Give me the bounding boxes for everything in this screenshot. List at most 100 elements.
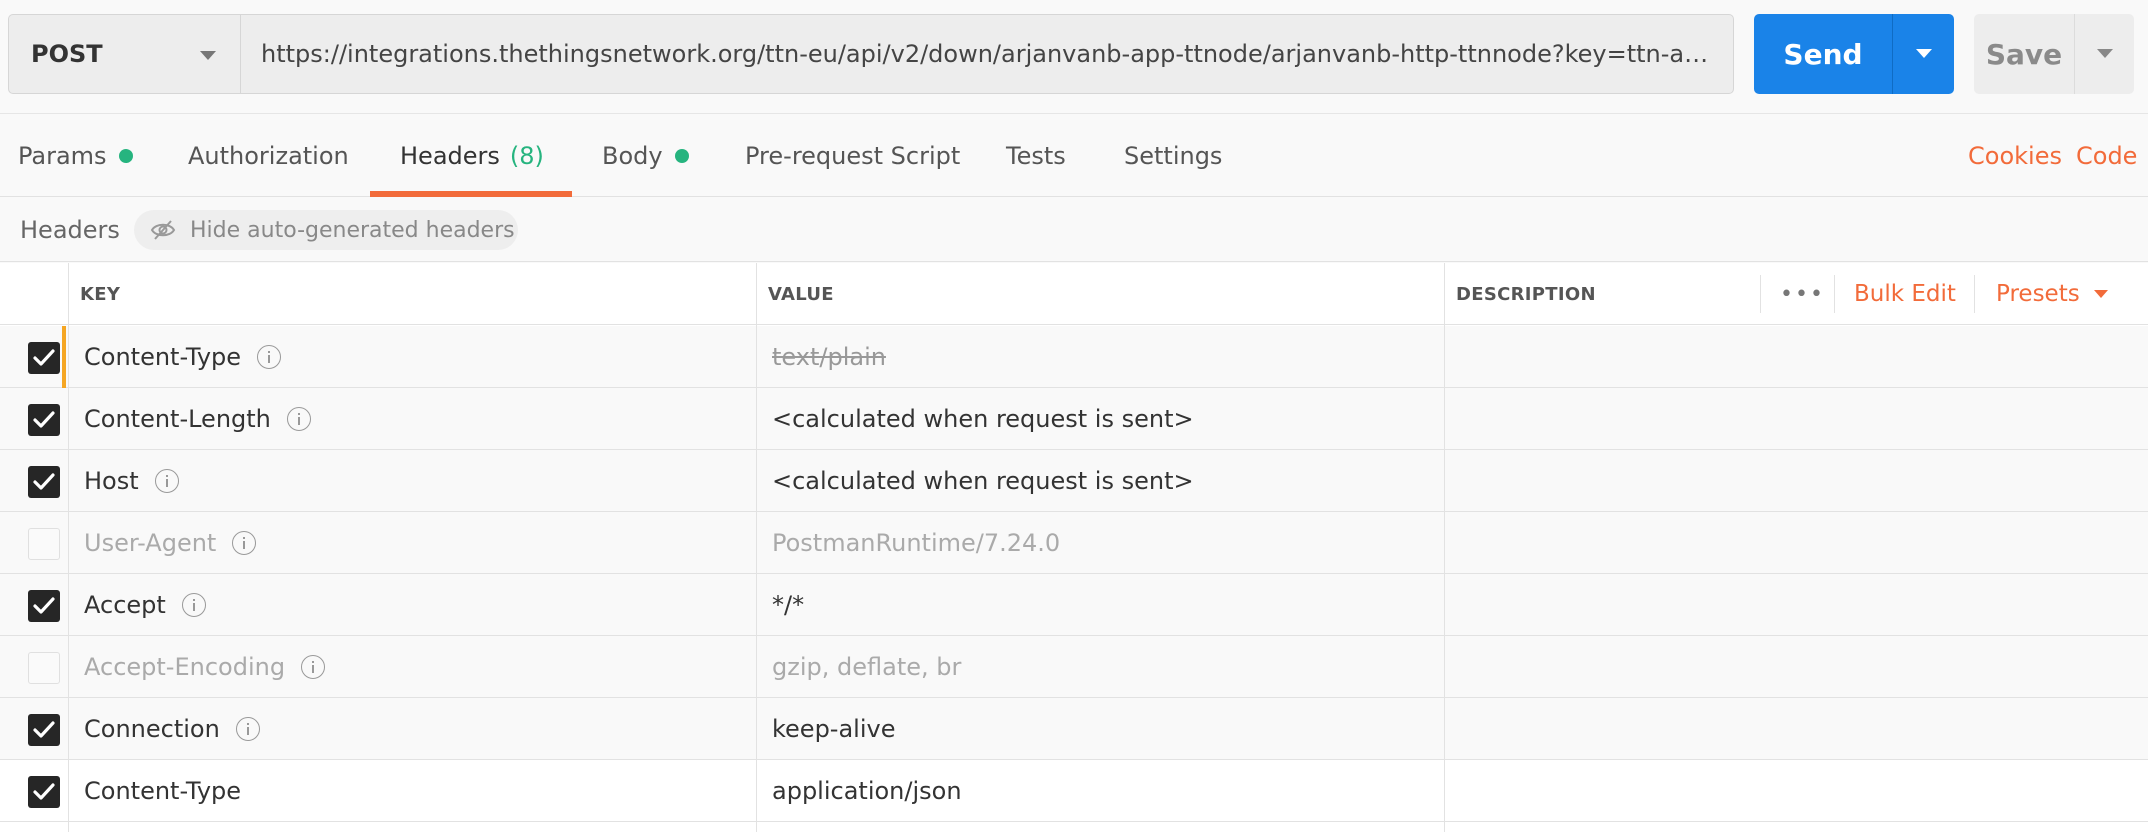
header-value-cell[interactable]: text/plain bbox=[772, 326, 886, 388]
chevron-down-icon bbox=[2093, 290, 2108, 298]
method-select[interactable]: POST bbox=[8, 14, 240, 94]
tab-count-badge: (8) bbox=[509, 142, 544, 170]
row-checkbox[interactable] bbox=[28, 528, 60, 560]
check-icon bbox=[33, 597, 55, 614]
header-description-cell[interactable] bbox=[1445, 574, 2148, 636]
bulk-edit-button[interactable]: Bulk Edit bbox=[1854, 263, 1956, 325]
header-key: Host bbox=[84, 467, 139, 495]
column-divider bbox=[1444, 263, 1445, 832]
check-icon bbox=[33, 349, 55, 366]
code-link[interactable]: Code bbox=[2076, 115, 2137, 197]
table-row: Host <calculated when request is sent> bbox=[0, 450, 2148, 512]
request-bar: POST https://integrations.thethingsnetwo… bbox=[0, 0, 2148, 114]
presets-button[interactable]: Presets bbox=[1996, 263, 2108, 325]
info-icon[interactable] bbox=[181, 593, 206, 617]
header-value-cell[interactable]: application/json bbox=[772, 760, 962, 822]
info-icon[interactable] bbox=[301, 655, 326, 679]
column-header-description: DESCRIPTION bbox=[1456, 283, 1596, 305]
header-key-cell[interactable]: Content-Length bbox=[84, 388, 311, 450]
header-value-cell[interactable]: <calculated when request is sent> bbox=[772, 450, 1194, 512]
info-icon[interactable] bbox=[286, 407, 311, 431]
row-checkbox[interactable] bbox=[28, 466, 60, 498]
header-value-cell[interactable]: <calculated when request is sent> bbox=[772, 388, 1194, 450]
request-tabs: Params Authorization Headers (8) Body Pre… bbox=[0, 115, 2148, 197]
header-description-cell[interactable] bbox=[1445, 636, 2148, 698]
row-checkbox[interactable] bbox=[28, 342, 60, 374]
tab-headers[interactable]: Headers (8) bbox=[400, 115, 544, 197]
chevron-down-icon bbox=[1916, 49, 1932, 58]
divider bbox=[1974, 275, 1975, 313]
header-value-cell[interactable]: PostmanRuntime/7.24.0 bbox=[772, 512, 1060, 574]
row-checkbox[interactable] bbox=[28, 714, 60, 746]
tab-tests[interactable]: Tests bbox=[1006, 115, 1066, 197]
header-value-cell[interactable]: */* bbox=[772, 574, 804, 636]
tab-pre-request-script[interactable]: Pre-request Script bbox=[745, 115, 960, 197]
check-icon bbox=[33, 721, 55, 738]
tab-label: Pre-request Script bbox=[745, 142, 961, 170]
tab-label: Headers bbox=[400, 142, 500, 170]
active-tab-indicator bbox=[370, 191, 572, 197]
header-description-cell[interactable] bbox=[1445, 698, 2148, 760]
tab-label: Body bbox=[602, 142, 663, 170]
row-checkbox[interactable] bbox=[28, 776, 60, 808]
table-row: Accept-Encoding gzip, deflate, br bbox=[0, 636, 2148, 698]
check-icon bbox=[33, 411, 55, 428]
header-key: Content-Length bbox=[84, 405, 271, 433]
send-options-button[interactable] bbox=[1892, 14, 1954, 94]
header-value-cell[interactable]: gzip, deflate, br bbox=[772, 636, 961, 698]
tab-label: Params bbox=[18, 142, 107, 170]
url-text: https://integrations.thethingsnetwork.or… bbox=[261, 40, 1713, 68]
save-button[interactable]: Save bbox=[1974, 14, 2074, 94]
save-options-button[interactable] bbox=[2074, 14, 2134, 94]
header-key: Content-Type bbox=[84, 777, 242, 805]
url-input[interactable]: https://integrations.thethingsnetwork.or… bbox=[240, 14, 1734, 94]
header-key-cell[interactable]: Accept-Encoding bbox=[84, 636, 326, 698]
table-header: KEY VALUE DESCRIPTION ••• Bulk Edit Pres… bbox=[0, 263, 2148, 325]
table-row: Content-Type text/plain bbox=[0, 326, 2148, 388]
hide-auto-headers-toggle[interactable]: Hide auto-generated headers bbox=[134, 210, 518, 250]
divider bbox=[1760, 275, 1761, 313]
header-description-cell[interactable] bbox=[1445, 450, 2148, 512]
header-key-cell[interactable]: Accept bbox=[84, 574, 206, 636]
info-icon[interactable] bbox=[235, 717, 260, 741]
info-icon[interactable] bbox=[257, 345, 282, 369]
header-description-cell[interactable] bbox=[1445, 388, 2148, 450]
header-description-cell[interactable] bbox=[1445, 760, 2148, 822]
tab-params[interactable]: Params bbox=[18, 115, 133, 197]
tab-authorization[interactable]: Authorization bbox=[188, 115, 349, 197]
info-icon[interactable] bbox=[154, 469, 179, 493]
tab-body[interactable]: Body bbox=[602, 115, 689, 197]
header-key: Content-Type bbox=[84, 343, 242, 371]
header-value-cell[interactable]: keep-alive bbox=[772, 698, 895, 760]
info-icon[interactable] bbox=[232, 531, 257, 555]
row-checkbox[interactable] bbox=[28, 652, 60, 684]
header-key-cell[interactable]: Connection bbox=[84, 698, 260, 760]
column-divider bbox=[68, 263, 69, 832]
modified-indicator bbox=[62, 326, 66, 388]
send-button-group: Send bbox=[1754, 14, 1954, 94]
row-checkbox[interactable] bbox=[28, 590, 60, 622]
header-key: User-Agent bbox=[84, 529, 217, 557]
more-options-icon[interactable]: ••• bbox=[1780, 263, 1825, 325]
header-key-cell[interactable]: Content-Type bbox=[84, 326, 282, 388]
send-button[interactable]: Send bbox=[1754, 14, 1892, 94]
header-key-cell[interactable]: Host bbox=[84, 450, 179, 512]
column-header-value: VALUE bbox=[768, 283, 834, 305]
table-row: Connection keep-alive bbox=[0, 698, 2148, 760]
column-header-key: KEY bbox=[80, 283, 121, 305]
headers-table: KEY VALUE DESCRIPTION ••• Bulk Edit Pres… bbox=[0, 263, 2148, 832]
tab-label: Settings bbox=[1124, 142, 1223, 170]
cookies-link[interactable]: Cookies bbox=[1968, 115, 2062, 197]
section-title: Headers bbox=[20, 216, 120, 244]
tab-settings[interactable]: Settings bbox=[1124, 115, 1222, 197]
header-description-cell[interactable] bbox=[1445, 512, 2148, 574]
column-divider bbox=[756, 263, 757, 832]
toggle-label: Hide auto-generated headers bbox=[190, 217, 515, 243]
header-key-cell[interactable]: User-Agent bbox=[84, 512, 257, 574]
header-key-cell[interactable]: Content-Type bbox=[84, 760, 241, 822]
row-checkbox[interactable] bbox=[28, 404, 60, 436]
save-button-group: Save bbox=[1974, 14, 2134, 94]
header-description-cell[interactable] bbox=[1445, 326, 2148, 388]
chevron-down-icon bbox=[2097, 49, 2113, 58]
headers-toolbar: Headers Hide auto-generated headers bbox=[0, 198, 2148, 262]
